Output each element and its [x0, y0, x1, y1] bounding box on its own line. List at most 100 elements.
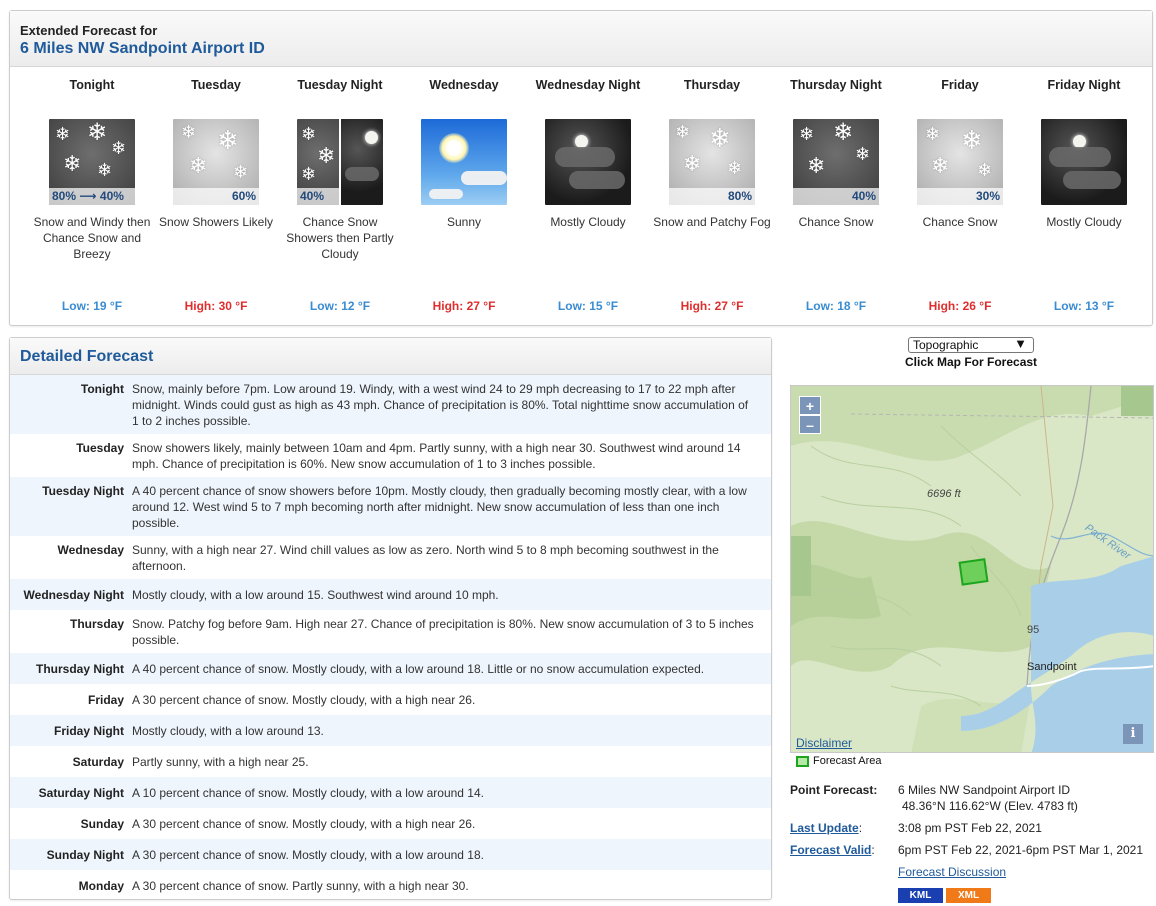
highway-label: 95: [1027, 624, 1040, 636]
row-text: A 30 percent chance of snow. Mostly clou…: [132, 693, 476, 707]
list-item: Wednesday Sunny, with a high near 27. Win…: [10, 536, 771, 579]
period-description: Sunny: [446, 215, 482, 229]
last-update-label: Last Update:: [790, 821, 863, 835]
last-update-value: 3:08 pm PST Feb 22, 2021: [898, 821, 1042, 835]
chevron-down-icon: ▼: [1014, 336, 1027, 351]
row-label: Saturday: [72, 755, 124, 769]
forecast-map[interactable]: + – 6696 ft Pack River 95 Sandpoint i Di…: [790, 385, 1154, 753]
row-text: A 40 percent chance of snow. Mostly clou…: [132, 662, 705, 676]
row-text: A 30 percent chance of snow. Mostly clou…: [132, 817, 476, 831]
list-item: Monday A 30 percent chance of snow. Partl…: [10, 870, 771, 901]
xml-button[interactable]: XML: [946, 888, 991, 903]
row-label: Friday: [87, 693, 124, 707]
row-label: Thursday: [69, 617, 124, 631]
row-label: Tonight: [80, 382, 124, 396]
zoom-out-button[interactable]: –: [799, 415, 821, 434]
row-label: Monday: [78, 879, 124, 893]
precip-chance: 30%: [917, 188, 1003, 205]
kml-button[interactable]: KML: [898, 888, 943, 903]
town-label: Sandpoint: [1027, 661, 1077, 673]
row-text: A 30 percent chance of snow. Mostly clou…: [132, 848, 484, 862]
period-temperature: High: 30 °F: [184, 299, 248, 313]
list-item: Thursday Night A 40 percent chance of sno…: [10, 653, 771, 684]
period-thursday-night: Thursday Night ❄ ❄ ❄ ❄ 40% Chance Snow Low…: [774, 77, 898, 313]
row-text: Snow, mainly before 7pm. Low around 19. …: [132, 382, 749, 428]
period-temperature: High: 27 °F: [680, 299, 744, 313]
precip-chance: 40%: [297, 188, 339, 205]
period-description: Chance Snow: [922, 215, 998, 229]
row-text: Snow showers likely, mainly between 10am…: [132, 441, 741, 471]
snow-then-partly-cloudy-icon: ❄ ❄ ❄ 40%: [297, 119, 383, 205]
precip-chance: 60%: [173, 188, 259, 205]
forecast-area-swatch: [796, 755, 809, 767]
period-description: Chance Snow: [798, 215, 874, 229]
mostly-cloudy-night-icon: [545, 119, 631, 205]
period-description: Snow Showers Likely: [158, 215, 274, 229]
period-temperature: Low: 19 °F: [61, 299, 123, 313]
zoom-in-button[interactable]: +: [799, 396, 821, 415]
period-wednesday: Wednesday Sunny High: 27 °F: [402, 77, 526, 313]
list-item: Saturday Night A 10 percent chance of sno…: [10, 777, 771, 808]
period-name: Tonight: [69, 78, 115, 92]
period-tonight: Tonight ❄ ❄ ❄ ❄ ❄ 80% ⟶ 40% Snow and Windy…: [30, 77, 154, 313]
sunny-icon: [421, 119, 507, 205]
map-type-value: Topographic: [913, 338, 979, 352]
location-title: 6 Miles NW Sandpoint Airport ID: [20, 40, 265, 57]
forecast-valid-value: 6pm PST Feb 22, 2021-6pm PST Mar 1, 2021: [898, 843, 1144, 857]
period-temperature: Low: 18 °F: [805, 299, 867, 313]
period-name: Tuesday Night: [297, 78, 383, 92]
forecast-discussion-link[interactable]: Forecast Discussion: [898, 865, 1006, 879]
row-label: Wednesday Night: [23, 588, 124, 602]
row-label: Tuesday Night: [42, 484, 124, 498]
list-item: Thursday Snow. Patchy fog before 9am. Hig…: [10, 610, 771, 653]
info-button[interactable]: i: [1123, 724, 1143, 744]
row-label: Sunday Night: [46, 848, 124, 862]
detailed-forecast-list: Tonight Snow, mainly before 7pm. Low arou…: [10, 375, 771, 901]
zoom-controls: + –: [799, 396, 821, 434]
snow-icon: ❄ ❄ ❄ ❄ 40%: [793, 119, 879, 205]
list-item: Sunday A 30 percent chance of snow. Mostl…: [10, 808, 771, 839]
period-temperature: High: 27 °F: [432, 299, 496, 313]
list-item: Friday A 30 percent chance of snow. Mostl…: [10, 684, 771, 715]
period-name: Wednesday: [429, 78, 499, 92]
extended-forecast-kicker: Extended Forecast for: [20, 23, 158, 38]
map-type-select[interactable]: Topographic ▼: [908, 337, 1034, 353]
period-tuesday: Tuesday ❄ ❄ ❄ ❄ 60% Snow Showers Likely Hi…: [154, 77, 278, 313]
row-text: Mostly cloudy, with a low around 13.: [132, 724, 324, 738]
period-description: Snow and Windy then Chance Snow and Bree…: [33, 215, 151, 261]
precip-chance: 80% ⟶ 40%: [49, 188, 135, 205]
point-forecast-label: Point Forecast:: [790, 783, 878, 797]
forecast-periods: Tonight ❄ ❄ ❄ ❄ ❄ 80% ⟶ 40% Snow and Windy…: [20, 77, 1136, 313]
period-wednesday-night: Wednesday Night Mostly Cloudy Low: 15 °F: [526, 77, 650, 313]
row-text: A 30 percent chance of snow. Partly sunn…: [132, 879, 469, 893]
period-description: Mostly Cloudy: [550, 215, 626, 229]
list-item: Saturday Partly sunny, with a high near 2…: [10, 746, 771, 777]
mostly-cloudy-night-icon: [1041, 119, 1127, 205]
row-text: Snow. Patchy fog before 9am. High near 2…: [132, 617, 754, 647]
period-description: Snow and Patchy Fog: [653, 215, 771, 229]
period-friday-night: Friday Night Mostly Cloudy Low: 13 °F: [1022, 77, 1146, 313]
precip-chance: 40%: [793, 188, 879, 205]
row-text: Mostly cloudy, with a low around 15. Sou…: [132, 588, 499, 602]
row-text: A 10 percent chance of snow. Mostly clou…: [132, 786, 484, 800]
row-text: Sunny, with a high near 27. Wind chill v…: [132, 543, 719, 573]
detailed-forecast-title: Detailed Forecast: [10, 338, 771, 375]
detailed-forecast-panel: Detailed Forecast Tonight Snow, mainly be…: [9, 337, 772, 900]
forecast-area-legend: Forecast Area: [796, 755, 881, 767]
snow-showers-icon: ❄ ❄ ❄ ❄ 60%: [173, 119, 259, 205]
point-forecast-value: 6 Miles NW Sandpoint Airport ID: [898, 783, 1071, 797]
period-name: Friday: [941, 78, 979, 92]
elevation-label: 6696 ft: [927, 488, 961, 500]
row-label: Sunday: [80, 817, 124, 831]
list-item: Tonight Snow, mainly before 7pm. Low arou…: [10, 375, 771, 434]
row-label: Thursday Night: [35, 662, 124, 676]
forecast-valid-link[interactable]: Forecast Valid: [790, 843, 871, 857]
row-label: Tuesday: [76, 441, 124, 455]
extended-forecast-panel: Extended Forecast for 6 Miles NW Sandpoi…: [9, 10, 1153, 326]
legend-label: Forecast Area: [813, 755, 882, 767]
period-tuesday-night: Tuesday Night ❄ ❄ ❄ 40% Chance Snow Showe…: [278, 77, 402, 313]
list-item: Sunday Night A 30 percent chance of snow.…: [10, 839, 771, 870]
last-update-link[interactable]: Last Update: [790, 821, 859, 835]
row-text: Partly sunny, with a high near 25.: [132, 755, 309, 769]
disclaimer-link[interactable]: Disclaimer: [796, 736, 852, 750]
